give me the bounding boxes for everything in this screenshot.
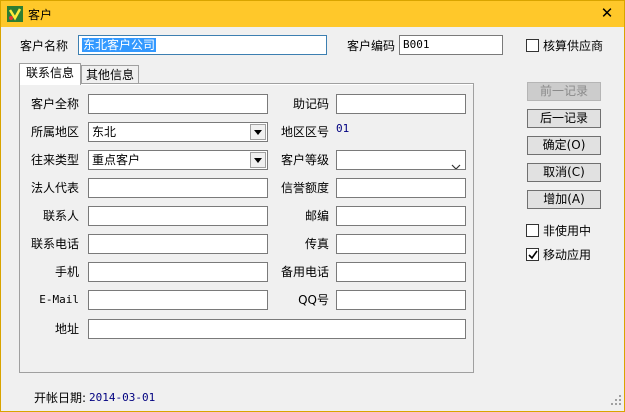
full-name-label: 客户全称 bbox=[30, 97, 79, 111]
fax-label: 传真 bbox=[304, 237, 329, 251]
customer-code-label: 客户编码 bbox=[347, 39, 396, 53]
mnemonic-label: 助记码 bbox=[292, 97, 329, 111]
email-input[interactable] bbox=[88, 290, 268, 310]
alt-phone-label: 备用电话 bbox=[280, 265, 329, 279]
region-code-label: 地区区号 bbox=[280, 125, 329, 139]
mobile-input[interactable] bbox=[88, 262, 268, 282]
credit-limit-input[interactable] bbox=[336, 178, 466, 198]
checkmark-icon bbox=[528, 250, 538, 260]
title-bar[interactable]: 客户 ✕ bbox=[1, 1, 624, 27]
level-select[interactable] bbox=[336, 150, 466, 170]
app-icon bbox=[7, 6, 23, 22]
mobile-label: 手机 bbox=[54, 265, 79, 279]
tab-contact-info[interactable]: 联系信息 bbox=[19, 63, 81, 85]
supplier-checkbox-label: 核算供应商 bbox=[543, 39, 604, 53]
legal-rep-label: 法人代表 bbox=[30, 181, 79, 195]
mobile-app-checkbox-label: 移动应用 bbox=[543, 248, 592, 262]
chevron-down-icon bbox=[451, 157, 461, 169]
contact-person-label: 联系人 bbox=[42, 209, 79, 223]
address-input[interactable] bbox=[88, 319, 466, 339]
zip-label: 邮编 bbox=[304, 209, 329, 223]
customer-code-input[interactable]: B001 bbox=[399, 35, 503, 55]
type-value: 重点客户 bbox=[92, 153, 141, 167]
open-date-value: 2014-03-01 bbox=[89, 391, 156, 404]
region-label: 所属地区 bbox=[30, 125, 79, 139]
region-value: 东北 bbox=[92, 125, 117, 139]
mnemonic-input[interactable] bbox=[336, 94, 466, 114]
legal-rep-input[interactable] bbox=[88, 178, 268, 198]
type-label: 往来类型 bbox=[30, 153, 79, 167]
full-name-input[interactable] bbox=[88, 94, 268, 114]
close-icon[interactable]: ✕ bbox=[596, 3, 618, 23]
region-dropdown-icon[interactable] bbox=[250, 124, 266, 140]
phone-input[interactable] bbox=[88, 234, 268, 254]
zip-input[interactable] bbox=[336, 206, 466, 226]
type-dropdown-icon[interactable] bbox=[250, 152, 266, 168]
ok-button[interactable]: 确定(O) bbox=[527, 136, 601, 155]
cancel-button[interactable]: 取消(C) bbox=[527, 163, 601, 182]
customer-name-input[interactable]: 东北客户公司 bbox=[78, 35, 327, 55]
window-title: 客户 bbox=[28, 8, 53, 22]
qq-label: QQ号 bbox=[298, 293, 329, 307]
region-combo[interactable]: 东北 bbox=[88, 122, 268, 142]
region-code-value: 01 bbox=[336, 122, 350, 135]
prev-record-button[interactable]: 前一记录 bbox=[527, 82, 601, 101]
resize-grip-icon[interactable] bbox=[610, 394, 622, 409]
tab-other-info[interactable]: 其他信息 bbox=[81, 65, 139, 85]
credit-limit-label: 信誉额度 bbox=[280, 181, 329, 195]
contact-person-input[interactable] bbox=[88, 206, 268, 226]
type-combo[interactable]: 重点客户 bbox=[88, 150, 268, 170]
alt-phone-input[interactable] bbox=[336, 262, 466, 282]
supplier-checkbox[interactable] bbox=[526, 39, 539, 52]
level-label: 客户等级 bbox=[280, 153, 329, 167]
inactive-checkbox-label: 非使用中 bbox=[543, 224, 592, 238]
inactive-checkbox[interactable] bbox=[526, 224, 539, 237]
add-button[interactable]: 增加(A) bbox=[527, 190, 601, 209]
mobile-app-checkbox[interactable] bbox=[526, 248, 539, 261]
qq-input[interactable] bbox=[336, 290, 466, 310]
open-date-label: 开帐日期: bbox=[34, 391, 87, 405]
customer-dialog: 客户 ✕ 客户名称 东北客户公司 客户编码 B001 核算供应商 联系信息 其他… bbox=[0, 0, 625, 412]
address-label: 地址 bbox=[54, 322, 79, 336]
next-record-button[interactable]: 后一记录 bbox=[527, 109, 601, 128]
phone-label: 联系电话 bbox=[30, 237, 79, 251]
customer-name-label: 客户名称 bbox=[20, 39, 69, 53]
customer-name-value: 东北客户公司 bbox=[82, 38, 157, 52]
fax-input[interactable] bbox=[336, 234, 466, 254]
email-label: E-Mail bbox=[39, 293, 79, 306]
